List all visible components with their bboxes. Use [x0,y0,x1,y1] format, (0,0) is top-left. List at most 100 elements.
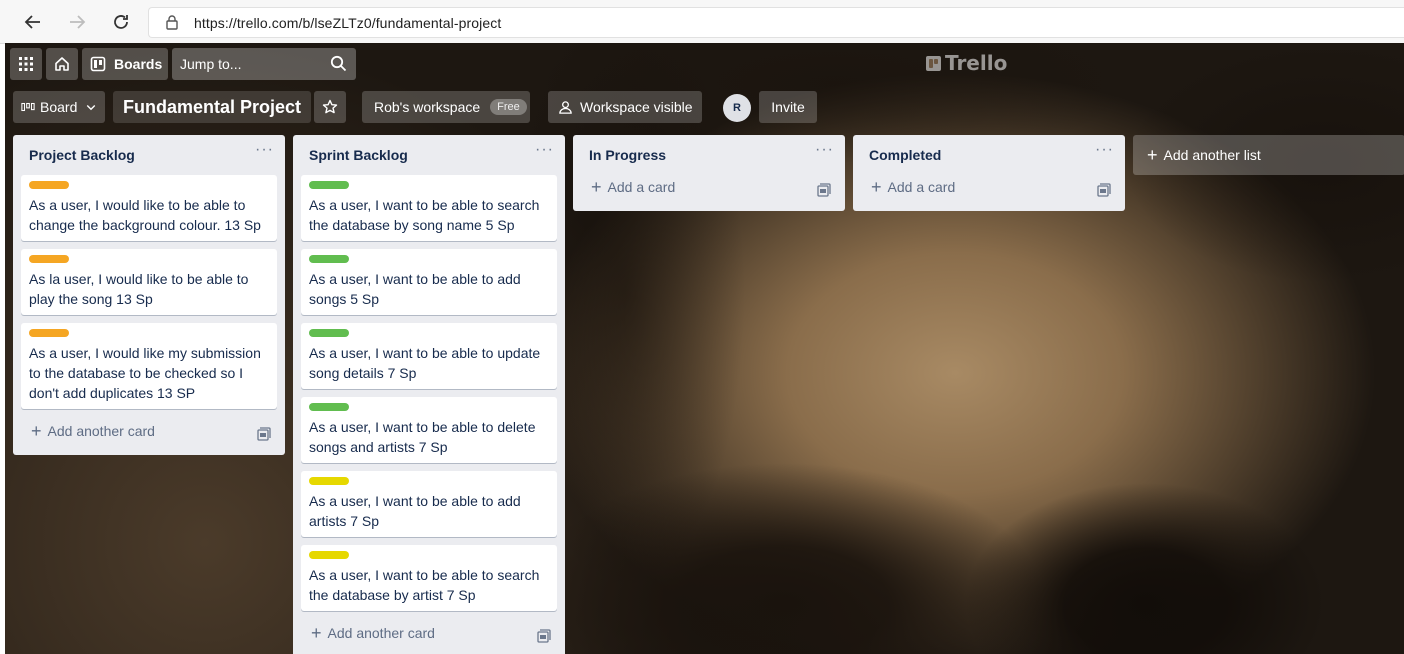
card-list: As a user, I would like to be able to ch… [13,175,285,409]
home-icon [55,57,69,71]
forward-button[interactable] [65,10,89,34]
url-text: https://trello.com/b/lseZLTz0/fundamenta… [194,15,502,31]
card-label[interactable] [309,477,349,485]
card-text: As la user, I would like to be able to p… [29,271,249,307]
card-list: As a user, I want to be able to search t… [293,175,565,611]
visibility-button[interactable]: Workspace visible [548,91,702,123]
card-template-icon[interactable] [817,183,831,197]
apps-switcher-button[interactable] [10,48,42,80]
card-text: As a user, I want to be able to add song… [309,271,521,307]
chevron-down-icon [87,105,96,111]
search-icon [330,55,347,72]
trello-logo-icon [926,55,941,71]
arrow-right-icon [70,15,86,29]
list-sprint-backlog: Sprint Backlog ··· As a user, I want to … [293,135,565,654]
card-label[interactable] [29,181,69,189]
plus-icon: + [871,177,882,197]
browser-toolbar: https://trello.com/b/lseZLTz0/fundamenta… [0,0,1404,44]
card[interactable]: As a user, I would like to be able to ch… [21,175,277,241]
add-card-label: Add a card [887,179,956,195]
card-text: As a user, I want to be able to add arti… [309,493,521,529]
grid-icon [19,57,33,71]
plus-icon: + [311,623,322,643]
reload-button[interactable] [109,10,133,34]
card-label[interactable] [309,551,349,559]
board-title[interactable]: Fundamental Project [113,91,312,123]
list-title[interactable]: In Progress [589,147,666,163]
people-icon [559,100,572,114]
trello-logo[interactable]: Trello [926,51,1007,75]
card[interactable]: As a user, I want to be able to search t… [301,175,557,241]
board-icon [90,56,106,72]
home-button[interactable] [46,48,78,80]
card-text: As a user, I would like my submission to… [29,345,261,401]
search-placeholder: Jump to... [180,56,242,72]
card[interactable]: As la user, I would like to be able to p… [21,249,277,315]
boards-button[interactable]: Boards [82,48,168,80]
lock-icon [166,15,178,30]
board-canvas: Boards Jump to... Trello Board Fundament… [5,43,1404,654]
workspace-label: Rob's workspace [374,99,481,115]
visibility-label: Workspace visible [580,99,693,115]
invite-label: Invite [771,99,805,115]
plus-icon: + [591,177,602,197]
boards-label: Boards [114,56,163,72]
workspace-button[interactable]: Rob's workspace Free [362,91,530,123]
card[interactable]: As a user, I want to be able to add song… [301,249,557,315]
card-template-icon[interactable] [1097,183,1111,197]
add-list-button[interactable]: + Add another list [1133,135,1404,175]
list-menu-icon[interactable]: ··· [535,142,553,162]
list-in-progress: In Progress ··· + Add a card [573,135,845,211]
card-label[interactable] [309,403,349,411]
add-card-button[interactable]: + Add a card [591,177,676,197]
card-text: As a user, I would like to be able to ch… [29,197,261,233]
add-card-button[interactable]: + Add another card [31,421,155,441]
list-title[interactable]: Sprint Backlog [309,147,408,163]
card-text: As a user, I want to be able to update s… [309,345,541,381]
card-template-icon[interactable] [537,629,551,643]
card-label[interactable] [309,329,349,337]
reload-icon [114,15,128,29]
card-text: As a user, I want to be able to delete s… [309,419,536,455]
plus-icon: + [31,421,42,441]
add-card-button[interactable]: + Add a card [871,177,956,197]
star-board-button[interactable] [314,91,346,123]
list-project-backlog: Project Backlog ··· As a user, I would l… [13,135,285,455]
board-view-icon [21,102,35,112]
card[interactable]: As a user, I want to be able to delete s… [301,397,557,463]
card-label[interactable] [309,255,349,263]
list-menu-icon[interactable]: ··· [255,142,273,162]
list-title[interactable]: Project Backlog [29,147,135,163]
card[interactable]: As a user, I want to be able to add arti… [301,471,557,537]
star-icon [322,99,338,114]
card-template-icon[interactable] [257,427,271,441]
search-input[interactable]: Jump to... [172,48,356,80]
add-card-button[interactable]: + Add another card [311,623,435,643]
card-label[interactable] [309,181,349,189]
card-label[interactable] [29,329,69,337]
address-bar[interactable]: https://trello.com/b/lseZLTz0/fundamenta… [148,7,1404,38]
back-button[interactable] [21,10,45,34]
card[interactable]: As a user, I want to be able to search t… [301,545,557,611]
workspace-plan-badge: Free [490,99,527,115]
list-title[interactable]: Completed [869,147,941,163]
add-list-label: Add another list [1163,147,1261,163]
arrow-left-icon [24,15,40,29]
list-menu-icon[interactable]: ··· [815,142,833,162]
logo-text: Trello [945,51,1008,75]
card[interactable]: As a user, I want to be able to update s… [301,323,557,389]
card-label[interactable] [29,255,69,263]
add-card-label: Add another card [47,423,155,439]
plus-icon: + [1147,144,1158,165]
list-completed: Completed ··· + Add a card [853,135,1125,211]
board-view-switcher[interactable]: Board [13,91,105,123]
card-text: As a user, I want to be able to search t… [309,197,540,233]
invite-button[interactable]: Invite [759,91,817,123]
add-card-label: Add another card [327,625,435,641]
board-view-label: Board [40,99,78,115]
avatar[interactable]: R [723,94,751,122]
card[interactable]: As a user, I would like my submission to… [21,323,277,409]
list-menu-icon[interactable]: ··· [1095,142,1113,162]
card-text: As a user, I want to be able to search t… [309,567,540,603]
add-card-label: Add a card [607,179,676,195]
